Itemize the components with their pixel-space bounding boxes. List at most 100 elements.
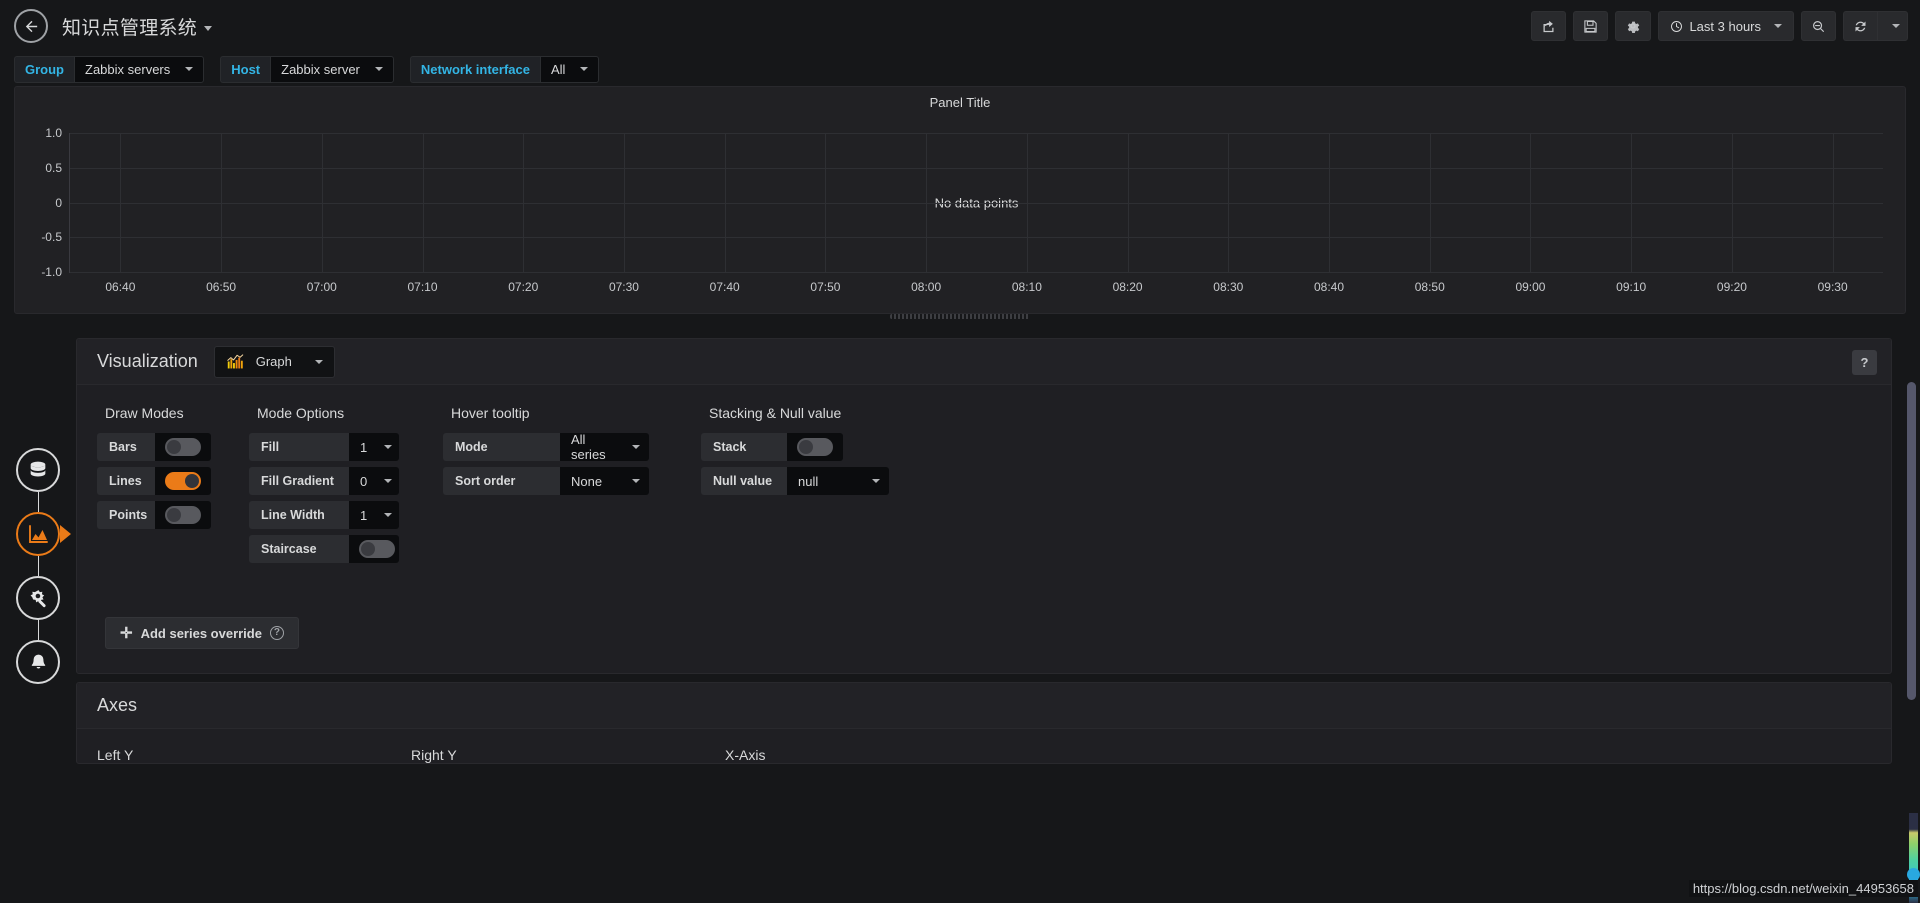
hover-tooltip-heading: Hover tooltip [451, 405, 530, 421]
draw-mode-points-toggle[interactable] [165, 506, 201, 524]
rail-item-alert[interactable] [16, 640, 60, 684]
bell-icon [31, 654, 45, 668]
x-gridline [1530, 133, 1532, 272]
visualization-type-picker[interactable]: Graph [213, 345, 335, 378]
mode-option-staircase-toggle[interactable] [359, 540, 395, 558]
visualization-section: Visualization Graph ? Draw Modes Bars Li… [76, 338, 1892, 674]
dashboard-settings-button[interactable] [1615, 11, 1652, 41]
x-gridline [321, 133, 323, 272]
hover-tooltip-mode-value: All series [571, 432, 606, 462]
chevron-down-icon [384, 445, 393, 449]
draw-mode-bars-cell [155, 433, 211, 461]
visualization-header: Visualization Graph ? [77, 339, 1891, 385]
rail-item-queries[interactable] [16, 448, 60, 492]
panel-plot: No data points 1.0 0.5 0 -0.5 -1.0 06:40 06:50… [15, 117, 1905, 313]
x-axis-tick-label: 07:50 [810, 280, 841, 294]
x-axis-tick-label: 09:10 [1616, 280, 1647, 294]
null-value-row: Null value null [701, 467, 889, 495]
mode-option-fill-gradient-label: Fill Gradient [249, 467, 349, 495]
x-gridline [623, 133, 625, 272]
draw-modes-heading: Draw Modes [105, 405, 184, 421]
rail-connector [37, 620, 39, 640]
mode-option-fill-gradient-select[interactable]: 0 [349, 467, 399, 495]
rail-item-visualization[interactable] [16, 512, 60, 556]
x-axis-tick-label: 07:10 [407, 280, 438, 294]
draw-mode-bars-toggle[interactable] [165, 438, 201, 456]
share-button[interactable] [1531, 11, 1567, 41]
dashboard-title[interactable]: 知识点管理系统 [62, 13, 213, 40]
axes-header: Axes [77, 683, 1891, 729]
mode-option-line-width-value: 1 [360, 507, 368, 523]
hover-tooltip-sort-order-select[interactable]: None [560, 467, 649, 495]
question-circle-icon[interactable]: ? [269, 626, 284, 640]
hover-tooltip-mode-select[interactable]: All series [560, 432, 649, 462]
mode-option-line-width-select[interactable]: 1 [349, 501, 399, 529]
x-axis-tick-label: 08:00 [911, 280, 942, 294]
x-gridline [825, 133, 827, 272]
axes-section-title: Axes [97, 695, 138, 715]
variable-network-interface-select[interactable]: All [539, 55, 600, 83]
chevron-down-icon [185, 67, 194, 71]
arrow-left-circle-icon [25, 20, 37, 32]
visualization-help-button[interactable]: ? [1852, 350, 1877, 375]
refresh-button[interactable] [1843, 11, 1877, 41]
null-value-select[interactable]: null [787, 467, 889, 495]
draw-mode-bars-label: Bars [97, 433, 155, 461]
x-axis-tick-label: 08:20 [1112, 280, 1143, 294]
area-chart-icon [29, 525, 48, 543]
variable-host-select[interactable]: Zabbix server [270, 55, 394, 83]
x-gridline [926, 133, 928, 272]
x-gridline [1026, 133, 1028, 272]
x-axis-tick-label: 09:30 [1817, 280, 1848, 294]
x-gridline [1832, 133, 1834, 272]
draw-mode-lines-toggle[interactable] [165, 472, 201, 490]
graph-bar-chart-icon [227, 354, 244, 369]
mode-option-staircase-cell [349, 535, 399, 563]
y-axis-tick-label: 0 [55, 195, 62, 210]
add-series-override-button[interactable]: ✛ Add series override ? [105, 617, 299, 649]
y-gridline [70, 237, 1883, 239]
y-gridline [70, 272, 1883, 273]
hover-tooltip-column: Hover tooltip Mode All series Sort order… [443, 405, 649, 569]
mode-option-fill-label: Fill [249, 433, 349, 461]
stack-toggle[interactable] [797, 438, 833, 456]
editor-scrollbar-thumb[interactable] [1907, 382, 1916, 700]
visualization-section-title: Visualization [97, 351, 198, 371]
mode-option-fill-row: Fill 1 [249, 433, 399, 461]
x-axis-tick-label: 08:10 [1011, 280, 1042, 294]
time-range-label: Last 3 hours [1689, 18, 1761, 34]
panel-editor-rail [14, 448, 62, 684]
panel-title[interactable]: Panel Title [15, 87, 1905, 110]
y-axis-tick-label: -0.5 [41, 230, 62, 245]
chevron-down-icon [580, 67, 589, 71]
back-button[interactable] [14, 9, 48, 43]
time-range-picker[interactable]: Last 3 hours [1658, 11, 1794, 41]
x-gridline [1228, 133, 1230, 272]
gear-icon [1628, 21, 1640, 33]
chevron-down-icon [314, 359, 323, 364]
editor-scrollbar-track[interactable] [1907, 382, 1916, 700]
x-gridline [1429, 133, 1431, 272]
chevron-down-icon [384, 513, 393, 517]
rail-item-general[interactable] [16, 576, 60, 620]
x-gridline [1731, 133, 1733, 272]
x-axis-tick-label: 08:40 [1314, 280, 1345, 294]
chevron-down-icon [632, 445, 640, 449]
variable-group-select[interactable]: Zabbix servers [74, 55, 205, 83]
chevron-down-icon [632, 479, 640, 483]
zoom-out-time-button[interactable] [1801, 11, 1836, 41]
refresh-interval-dropdown[interactable] [1877, 11, 1908, 41]
x-axis-tick-label: 09:20 [1716, 280, 1747, 294]
graph-panel[interactable]: Panel Title No data points 1.0 0.5 0 -0.5 -1… [14, 86, 1906, 319]
variable-network-interface-value: All [550, 61, 566, 77]
mode-option-line-width-label: Line Width [249, 501, 349, 529]
save-dashboard-button[interactable] [1573, 11, 1609, 41]
stack-cell [787, 433, 843, 461]
mode-option-fill-select[interactable]: 1 [349, 433, 399, 461]
axes-x-axis-heading: X-Axis [725, 747, 766, 763]
hover-tooltip-mode-label: Mode [443, 433, 560, 461]
share-icon [1543, 20, 1554, 32]
variable-host-value: Zabbix server [281, 61, 360, 77]
x-gridline [724, 133, 726, 272]
panel-resize-handle[interactable] [890, 314, 1030, 319]
